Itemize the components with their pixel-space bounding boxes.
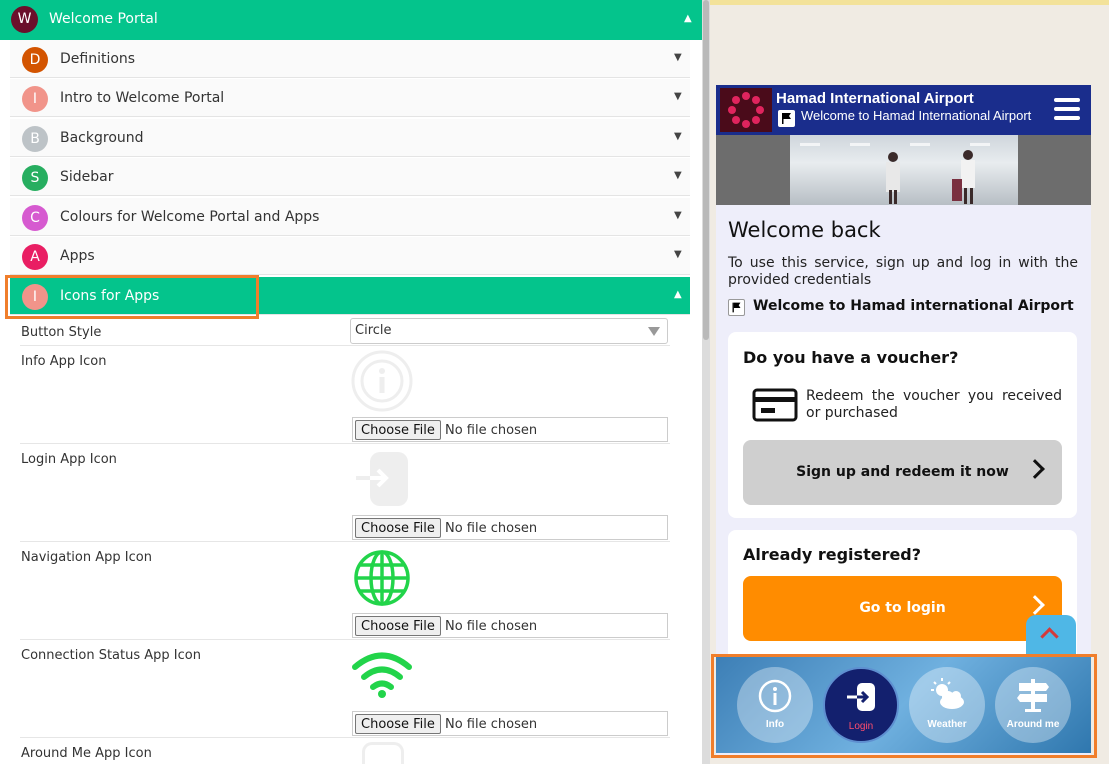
avatar: W: [11, 6, 38, 33]
select-value: Circle: [355, 323, 392, 338]
top-strip: [710, 0, 1109, 5]
section-definitions[interactable]: D Definitions ▼: [10, 40, 690, 78]
section-background[interactable]: B Background ▼: [10, 119, 690, 157]
login-icon: [350, 450, 414, 512]
section-label: Sidebar: [60, 169, 114, 185]
file-status: No file chosen: [445, 521, 538, 536]
scrollbar[interactable]: [702, 0, 710, 764]
choose-file-button[interactable]: Choose File: [355, 420, 441, 440]
welcome-heading: Welcome back: [728, 218, 881, 242]
voucher-card: Do you have a voucher? Redeem the vouche…: [728, 332, 1077, 518]
voucher-text: Redeem the voucher you received or purch…: [806, 388, 1062, 421]
signup-redeem-button[interactable]: Sign up and redeem it now: [743, 440, 1062, 505]
avatar: S: [22, 165, 48, 191]
globe-icon: [350, 548, 412, 612]
field-label: Navigation App Icon: [21, 550, 152, 565]
preview-title: Hamad International Airport: [776, 90, 974, 107]
voucher-title: Do you have a voucher?: [743, 348, 959, 367]
button-label: Sign up and redeem it now: [796, 464, 1009, 480]
wifi-icon: [350, 650, 414, 704]
file-status: No file chosen: [445, 717, 538, 732]
chevron-up-icon: [1040, 627, 1059, 646]
section-label: Apps: [60, 248, 95, 264]
scroll-to-top-button[interactable]: [1026, 615, 1076, 655]
caret-down-icon: ▼: [674, 131, 682, 142]
credit-card-icon: [752, 388, 798, 426]
connection-icon-file-input[interactable]: Choose File No file chosen: [352, 711, 668, 736]
flag-icon: [778, 110, 795, 127]
info-icon-file-input[interactable]: Choose File No file chosen: [352, 417, 668, 442]
avatar: C: [22, 205, 48, 231]
registered-title: Already registered?: [743, 545, 922, 564]
section-label: Definitions: [60, 51, 136, 67]
field-label: Login App Icon: [21, 452, 117, 467]
navigation-icon-file-input[interactable]: Choose File No file chosen: [352, 613, 668, 638]
welcome-description: To use this service, sign up and log in …: [728, 255, 1078, 288]
section-label: Intro to Welcome Portal: [60, 90, 225, 106]
welcome-line: Welcome to Hamad international Airport: [753, 298, 1074, 314]
airport-logo: [720, 88, 772, 132]
preview-header: Hamad International Airport Welcome to H…: [716, 85, 1091, 135]
preview-subtitle: Welcome to Hamad International Airport: [801, 108, 1032, 123]
section-apps[interactable]: A Apps ▼: [10, 237, 690, 275]
banner-image: [716, 135, 1091, 205]
caret-down-icon: ▼: [674, 170, 682, 181]
caret-down-icon: ▼: [674, 91, 682, 102]
scrollbar-thumb[interactable]: [703, 0, 709, 340]
info-icon: [350, 349, 414, 417]
hamburger-menu-icon[interactable]: [1054, 98, 1080, 120]
field-label: Info App Icon: [21, 354, 107, 369]
button-style-label: Button Style: [21, 325, 102, 340]
caret-up-icon: ▲: [684, 13, 692, 24]
file-status: No file chosen: [445, 619, 538, 634]
field-label: Around Me App Icon: [21, 746, 152, 761]
registered-card: Already registered? Go to login: [728, 530, 1077, 670]
flag-icon: [728, 299, 745, 316]
choose-file-button[interactable]: Choose File: [355, 714, 441, 734]
avatar: A: [22, 244, 48, 270]
caret-up-icon: ▲: [674, 289, 682, 300]
section-colours[interactable]: C Colours for Welcome Portal and Apps ▼: [10, 198, 690, 236]
choose-file-button[interactable]: Choose File: [355, 616, 441, 636]
field-label: Connection Status App Icon: [21, 648, 201, 663]
highlight-box: [711, 654, 1097, 758]
caret-down-icon: ▼: [674, 210, 682, 221]
highlight-box: [5, 275, 259, 319]
section-intro[interactable]: I Intro to Welcome Portal ▼: [10, 79, 690, 117]
around-me-icon: [362, 742, 404, 764]
section-label: Background: [60, 130, 144, 146]
go-to-login-button[interactable]: Go to login: [743, 576, 1062, 641]
file-status: No file chosen: [445, 423, 538, 438]
login-icon-file-input[interactable]: Choose File No file chosen: [352, 515, 668, 540]
welcome-portal-header[interactable]: W Welcome Portal ▲: [0, 0, 702, 40]
header-title: Welcome Portal: [49, 11, 158, 27]
button-label: Go to login: [859, 600, 946, 616]
section-sidebar[interactable]: S Sidebar ▼: [10, 158, 690, 196]
avatar: B: [22, 126, 48, 152]
editor-panel: W Welcome Portal ▲ D Definitions ▼ I Int…: [0, 0, 702, 764]
section-label: Colours for Welcome Portal and Apps: [60, 209, 320, 225]
avatar: I: [22, 86, 48, 112]
avatar: D: [22, 47, 48, 73]
dropdown-arrow-icon: [648, 327, 660, 336]
caret-down-icon: ▼: [674, 52, 682, 63]
caret-down-icon: ▼: [674, 249, 682, 260]
travellers-image: [790, 135, 1018, 205]
choose-file-button[interactable]: Choose File: [355, 518, 441, 538]
button-style-select[interactable]: Circle: [350, 318, 668, 344]
